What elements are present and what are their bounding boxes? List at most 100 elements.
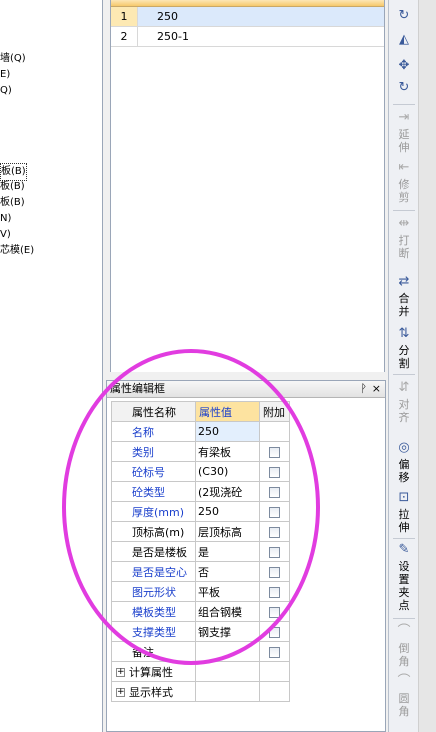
- table-row[interactable]: 备注: [111, 641, 290, 662]
- pin-icon[interactable]: ᚹ: [360, 381, 367, 397]
- prop-value[interactable]: 层顶标高: [195, 521, 260, 542]
- extra-checkbox[interactable]: [269, 606, 280, 618]
- mirror-icon[interactable]: ◭: [396, 32, 412, 48]
- merge-icon[interactable]: ⇄: [396, 274, 412, 290]
- tree-item[interactable]: 芯模(E): [0, 243, 34, 259]
- prop-extra-cell: [259, 601, 290, 622]
- break-icon[interactable]: ⇹: [396, 216, 412, 232]
- prop-name: 是否是楼板: [111, 541, 196, 562]
- move-icon[interactable]: ✥: [396, 58, 412, 74]
- group-label[interactable]: + 显示样式: [111, 681, 196, 702]
- prop-value[interactable]: 组合钢模: [195, 601, 260, 622]
- table-row[interactable]: 厚度(mm) 250: [111, 501, 290, 522]
- panel-title: 属性编辑框: [110, 382, 165, 395]
- extra-checkbox[interactable]: [269, 446, 280, 458]
- property-editor-titlebar: 属性编辑框 ᚹ ×: [107, 381, 385, 398]
- property-table: 属性名称 属性值 附加 名称 250 类别 有梁板 砼标号 (C30) 砼类型 …: [111, 401, 290, 702]
- rotate-icon[interactable]: ↻: [396, 80, 412, 96]
- prop-value[interactable]: 钢支撑: [195, 621, 260, 642]
- extend-button[interactable]: 延伸: [397, 128, 411, 154]
- extra-checkbox[interactable]: [269, 586, 280, 598]
- prop-value[interactable]: 有梁板: [195, 441, 260, 462]
- table-header: 属性名称 属性值 附加: [111, 401, 290, 422]
- fillet-icon[interactable]: ⌒: [396, 674, 412, 690]
- tree-item[interactable]: E): [0, 67, 10, 83]
- tree-item[interactable]: 板(B): [0, 179, 25, 195]
- extra-checkbox[interactable]: [269, 546, 280, 558]
- toolbar-separator: [393, 618, 415, 619]
- chamfer-icon[interactable]: ⌒: [396, 624, 412, 640]
- tree-item[interactable]: 板(B): [0, 195, 25, 211]
- prop-extra-cell: [259, 481, 290, 502]
- prop-value[interactable]: [195, 641, 260, 662]
- vertical-scrollbar[interactable]: [418, 0, 436, 732]
- toolbar-separator: [393, 104, 415, 105]
- expand-icon[interactable]: +: [116, 668, 125, 677]
- group-label[interactable]: + 计算属性: [111, 661, 196, 682]
- group-title: 计算属性: [129, 665, 173, 679]
- chamfer-button[interactable]: 倒角: [397, 642, 411, 668]
- list-row-selected[interactable]: 1 250: [111, 7, 384, 27]
- tree-item[interactable]: V): [0, 227, 11, 243]
- component-name[interactable]: 250-1: [157, 27, 189, 46]
- extra-checkbox[interactable]: [269, 526, 280, 538]
- prop-extra-cell: [259, 501, 290, 522]
- prop-value[interactable]: 否: [195, 561, 260, 582]
- tree-item[interactable]: Q): [0, 83, 12, 99]
- offset-button[interactable]: 偏移: [397, 458, 411, 484]
- trim-button[interactable]: 修剪: [397, 178, 411, 204]
- tree-item[interactable]: 墙(Q): [0, 51, 26, 67]
- align-button[interactable]: 对齐: [397, 398, 411, 424]
- set-grip-button[interactable]: 设置夹点: [397, 560, 411, 612]
- table-row[interactable]: 图元形状 平板: [111, 581, 290, 602]
- group-row[interactable]: + 显示样式: [111, 681, 290, 702]
- offset-icon[interactable]: ◎: [396, 440, 412, 456]
- prop-value[interactable]: (C30): [195, 461, 260, 482]
- extra-checkbox[interactable]: [269, 646, 280, 658]
- prop-value[interactable]: 250: [195, 501, 260, 522]
- prop-value[interactable]: 是: [195, 541, 260, 562]
- merge-button[interactable]: 合并: [397, 292, 411, 318]
- table-row[interactable]: 名称 250: [111, 421, 290, 442]
- stretch-icon[interactable]: ⊡: [396, 490, 412, 506]
- prop-value[interactable]: (2现浇砼: [195, 481, 260, 502]
- prop-name: 支撑类型: [111, 621, 196, 642]
- table-row[interactable]: 类别 有梁板: [111, 441, 290, 462]
- extra-checkbox[interactable]: [269, 486, 280, 498]
- table-row[interactable]: 是否是楼板 是: [111, 541, 290, 562]
- stretch-button[interactable]: 拉伸: [397, 508, 411, 534]
- prop-value[interactable]: 平板: [195, 581, 260, 602]
- table-row[interactable]: 顶标高(m) 层顶标高: [111, 521, 290, 542]
- table-row[interactable]: 模板类型 组合钢模: [111, 601, 290, 622]
- rotate-copy-icon[interactable]: ↻: [396, 8, 412, 24]
- tree-item[interactable]: N): [0, 211, 11, 227]
- split-button[interactable]: 分割: [397, 344, 411, 370]
- close-icon[interactable]: ×: [372, 381, 381, 397]
- expand-icon[interactable]: +: [116, 688, 125, 697]
- prop-name: 模板类型: [111, 601, 196, 622]
- component-name[interactable]: 250: [157, 7, 178, 26]
- table-row[interactable]: 支撑类型 钢支撑: [111, 621, 290, 642]
- list-row[interactable]: 2 250-1: [111, 27, 384, 47]
- extra-checkbox[interactable]: [269, 466, 280, 478]
- table-row[interactable]: 是否是空心 否: [111, 561, 290, 582]
- edit-toolbar: ↻ ◭ ✥ ↻ ⇥ 延伸 ⇤ 修剪 ⇹ 打断 ⇄ 合并 ⇅ 分割 ⇵ 对齐 ◎ …: [388, 0, 418, 732]
- extra-checkbox[interactable]: [269, 626, 280, 638]
- fillet-button[interactable]: 圆角: [397, 692, 411, 718]
- prop-name: 顶标高(m): [111, 521, 196, 542]
- group-row[interactable]: + 计算属性: [111, 661, 290, 682]
- trim-icon[interactable]: ⇤: [396, 160, 412, 176]
- grip-icon[interactable]: ✎: [396, 542, 412, 558]
- align-icon[interactable]: ⇵: [396, 380, 412, 396]
- table-row[interactable]: 砼标号 (C30): [111, 461, 290, 482]
- break-button[interactable]: 打断: [397, 234, 411, 260]
- group-value: [195, 661, 260, 682]
- prop-value-input[interactable]: 250: [195, 421, 260, 442]
- extend-icon[interactable]: ⇥: [396, 110, 412, 126]
- extra-checkbox[interactable]: [269, 566, 280, 578]
- group-title: 显示样式: [129, 685, 173, 699]
- toolbar-separator: [393, 538, 415, 539]
- table-row[interactable]: 砼类型 (2现浇砼: [111, 481, 290, 502]
- split-icon[interactable]: ⇅: [396, 326, 412, 342]
- extra-checkbox[interactable]: [269, 506, 280, 518]
